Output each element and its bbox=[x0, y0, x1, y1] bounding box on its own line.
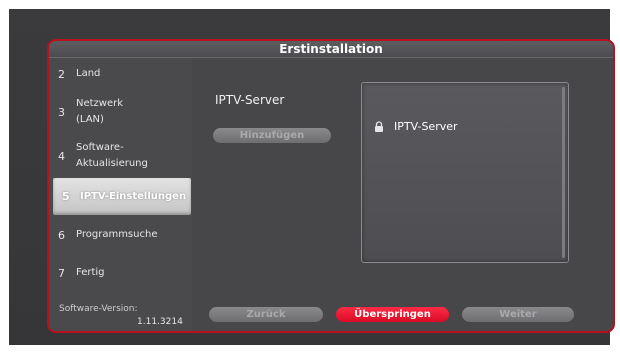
dialog-title: Erstinstallation bbox=[49, 41, 613, 58]
sidebar-item-label: Netzwerk (LAN) bbox=[76, 98, 124, 125]
server-list: IPTV-Server bbox=[361, 82, 569, 263]
sidebar-item-label: Software- Aktualisierung bbox=[76, 142, 148, 169]
list-scrollbar[interactable] bbox=[562, 87, 565, 258]
sidebar-item-programmsuche[interactable]: 6 Programmsuche bbox=[49, 222, 192, 248]
sidebar-item-netzwerk[interactable]: 3 Netzwerk (LAN) bbox=[49, 92, 192, 132]
sidebar-item-land[interactable]: 2 Land bbox=[49, 61, 192, 87]
setup-dialog: Erstinstallation 2 Land 3 Netzwerk (LAN)… bbox=[47, 39, 615, 333]
sidebar-item-software-update[interactable]: 4 Software- Aktualisierung bbox=[49, 136, 192, 176]
sidebar-item-label: Fertig bbox=[76, 267, 105, 278]
skip-button[interactable]: Überspringen bbox=[336, 307, 449, 322]
sidebar-item-number: 7 bbox=[58, 266, 65, 280]
sidebar-item-label: Programmsuche bbox=[76, 229, 158, 240]
sidebar-item-number: 6 bbox=[58, 228, 65, 242]
software-version-label: Software-Version: bbox=[59, 304, 138, 314]
list-item-label: IPTV-Server bbox=[394, 120, 458, 133]
list-item[interactable]: IPTV-Server bbox=[374, 120, 458, 133]
sidebar-item-fertig[interactable]: 7 Fertig bbox=[49, 260, 192, 286]
iptv-server-heading: IPTV-Server bbox=[215, 93, 285, 107]
lock-icon bbox=[375, 121, 383, 132]
sidebar-item-number: 2 bbox=[58, 67, 65, 81]
back-button[interactable]: Zurück bbox=[209, 307, 323, 322]
sidebar-item-number: 4 bbox=[58, 149, 65, 163]
add-button[interactable]: Hinzufügen bbox=[213, 128, 331, 143]
sidebar: 2 Land 3 Netzwerk (LAN) 4 Software- Aktu… bbox=[49, 58, 192, 331]
sidebar-item-number: 5 bbox=[62, 190, 70, 203]
sidebar-item-label: Land bbox=[76, 68, 101, 79]
next-button[interactable]: Weiter bbox=[462, 307, 574, 322]
sidebar-item-iptv-settings[interactable]: 5 IPTV-Einstellungen bbox=[53, 178, 191, 215]
sidebar-item-number: 3 bbox=[58, 105, 65, 119]
sidebar-item-label: IPTV-Einstellungen bbox=[80, 190, 187, 202]
software-version-value: 1.11.3214 bbox=[137, 317, 183, 327]
